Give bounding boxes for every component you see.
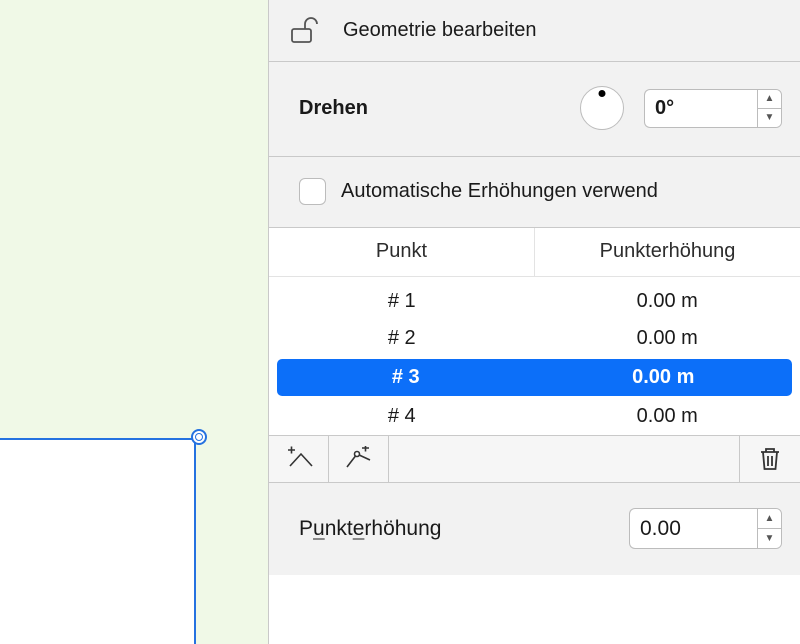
delete-point-button[interactable] bbox=[740, 436, 800, 482]
point-cell: # 4 bbox=[269, 405, 535, 428]
point-cell: # 3 bbox=[277, 366, 535, 389]
elevation-cell: 0.00 m bbox=[535, 327, 800, 350]
vertex-handle[interactable] bbox=[191, 429, 207, 445]
stepper-down-icon[interactable]: ▼ bbox=[758, 109, 781, 127]
section-title: Geometrie bearbeiten bbox=[343, 19, 536, 42]
add-point-after-button[interactable] bbox=[329, 436, 389, 482]
table-row[interactable]: # 30.00 m bbox=[277, 359, 792, 396]
column-header-point[interactable]: Punkt bbox=[269, 228, 535, 276]
table-row[interactable]: # 40.00 m bbox=[269, 398, 800, 435]
section-header: Geometrie bearbeiten bbox=[269, 0, 800, 62]
rotation-dial[interactable] bbox=[580, 86, 624, 130]
column-header-elevation[interactable]: Punkterhöhung bbox=[535, 228, 800, 276]
point-cell: # 2 bbox=[269, 327, 535, 350]
point-cell: # 1 bbox=[269, 290, 535, 313]
rotation-stepper[interactable]: ▲ ▼ bbox=[757, 89, 782, 128]
rotate-label: Drehen bbox=[299, 97, 368, 120]
auto-checkbox[interactable] bbox=[299, 178, 326, 205]
elevation-cell: 0.00 m bbox=[535, 366, 793, 389]
elevation-cell: 0.00 m bbox=[535, 290, 800, 313]
rotation-input[interactable]: 0° bbox=[644, 89, 757, 128]
elevation-cell: 0.00 m bbox=[535, 405, 800, 428]
stepper-down-icon[interactable]: ▼ bbox=[758, 529, 781, 548]
canvas-area[interactable] bbox=[0, 0, 268, 644]
auto-elevation-section: Automatische Erhöhungen verwend bbox=[269, 157, 800, 228]
auto-label: Automatische Erhöhungen verwend bbox=[341, 180, 658, 203]
table-row[interactable]: # 20.00 m bbox=[269, 320, 800, 357]
table-row[interactable]: # 10.00 m bbox=[269, 283, 800, 320]
stepper-up-icon[interactable]: ▲ bbox=[758, 509, 781, 529]
point-elevation-stepper[interactable]: ▲ ▼ bbox=[757, 508, 782, 549]
properties-panel: Geometrie bearbeiten Drehen 0° ▲ ▼ Autom… bbox=[268, 0, 800, 644]
table-toolbar bbox=[269, 435, 800, 483]
stepper-up-icon[interactable]: ▲ bbox=[758, 90, 781, 109]
rotate-section: Drehen 0° ▲ ▼ bbox=[269, 62, 800, 157]
add-point-before-button[interactable] bbox=[269, 436, 329, 482]
selected-shape[interactable] bbox=[0, 438, 196, 644]
point-elevation-label: Punkterhöhung bbox=[299, 517, 441, 541]
point-elevation-input[interactable]: 0.00 bbox=[629, 508, 757, 549]
points-table: Punkt Punkterhöhung # 10.00 m# 20.00 m# … bbox=[269, 228, 800, 435]
unlock-icon bbox=[291, 17, 321, 43]
point-elevation-section: Punkterhöhung 0.00 ▲ ▼ bbox=[269, 483, 800, 575]
